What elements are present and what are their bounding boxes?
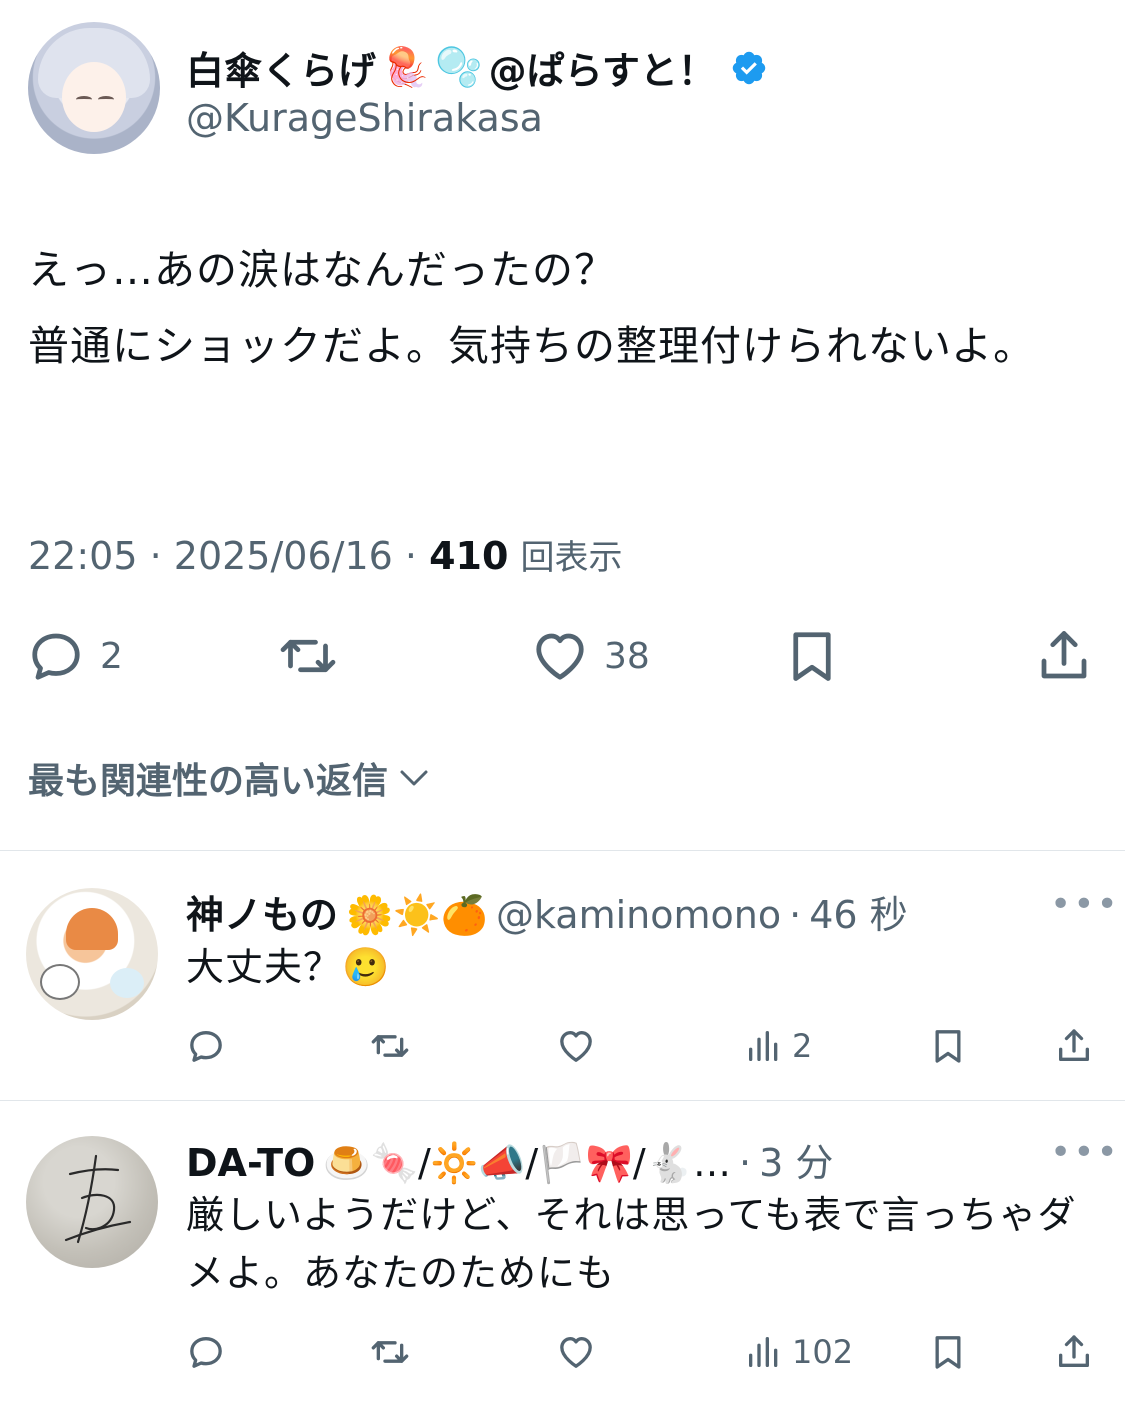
author-handle[interactable]: @KurageShirakasa xyxy=(186,96,543,140)
tweet-time[interactable]: 22:05 xyxy=(28,534,138,578)
reply-display-name[interactable]: DA-TO xyxy=(186,1141,315,1185)
author-display-name[interactable]: 白傘くらげ 🪼 🫧 @ぱらすと！ xyxy=(186,40,768,95)
reply-header: DA-TO 🍮🍬/🔆📣/🏳️🎀/🐇… · 3 分 xyxy=(186,1132,833,1187)
chevron-down-icon xyxy=(400,770,428,786)
reply-display-name[interactable]: 神ノもの xyxy=(186,884,338,939)
share-icon xyxy=(1059,1029,1089,1061)
reply-name-emojis: 🍮🍬/🔆📣/🏳️🎀/🐇… xyxy=(323,1141,731,1185)
meta-separator: · xyxy=(149,534,174,578)
reply-icon xyxy=(190,1031,222,1062)
retweet-button[interactable] xyxy=(278,620,338,692)
more-icon[interactable]: ••• xyxy=(1050,884,1120,925)
retweet-icon xyxy=(371,1341,409,1363)
reply-text: 厳しいようだけど、それは思っても表で言っちゃダメよ。あなたのためにも xyxy=(186,1193,1077,1295)
reply-name-emojis: 🌼☀️🍊 xyxy=(346,893,488,937)
like-button[interactable]: 38 xyxy=(530,620,650,692)
share-button[interactable] xyxy=(1054,1022,1094,1070)
sort-label: 最も関連性の高い返信 xyxy=(28,761,389,802)
bookmark-icon xyxy=(793,632,831,681)
author-avatar[interactable] xyxy=(28,22,160,154)
like-icon xyxy=(536,633,584,680)
like-icon xyxy=(560,1031,592,1062)
views-count: 2 xyxy=(792,1027,813,1065)
retweet-icon xyxy=(371,1035,409,1057)
views-count: 102 xyxy=(792,1333,854,1371)
meta-separator: · xyxy=(738,1141,752,1185)
views-button[interactable]: 102 xyxy=(744,1328,853,1376)
reply-sort-selector[interactable]: 最も関連性の高い返信 xyxy=(28,752,432,804)
retweet-button[interactable] xyxy=(370,1328,410,1376)
views-button[interactable]: 2 xyxy=(744,1022,812,1070)
share-icon xyxy=(1041,631,1087,679)
bookmark-button[interactable] xyxy=(782,620,842,692)
tweet-meta: 22:05 · 2025/06/16 · 410 回表示 xyxy=(28,530,623,579)
reply-header: 神ノもの 🌼☀️🍊 @kaminomono · 46 秒 xyxy=(186,884,908,939)
reply-button[interactable] xyxy=(186,1022,226,1070)
reply-avatar[interactable] xyxy=(26,1136,158,1268)
like-icon xyxy=(560,1337,592,1368)
tweet-text: えっ…あの涙はなんだったの？ 普通にショックだよ。気持ちの整理付けられないよ。 xyxy=(28,246,1036,370)
bookmark-button[interactable] xyxy=(928,1022,968,1070)
reply-text: 大丈夫？🥲 xyxy=(186,945,391,989)
reply-button[interactable]: 2 xyxy=(26,620,123,692)
like-button[interactable] xyxy=(556,1022,596,1070)
divider xyxy=(0,850,1125,851)
like-count: 38 xyxy=(604,635,650,677)
retweet-button[interactable] xyxy=(370,1022,410,1070)
like-button[interactable] xyxy=(556,1328,596,1376)
verified-icon xyxy=(732,51,766,84)
view-count[interactable]: 410 xyxy=(429,534,508,578)
reply-avatar[interactable] xyxy=(26,888,158,1020)
tweet-action-bar: 2 38 xyxy=(0,620,1125,692)
more-icon[interactable]: ••• xyxy=(1050,1132,1120,1173)
reply-icon xyxy=(32,633,80,680)
views-icon xyxy=(749,1337,778,1367)
signature-mark xyxy=(64,1154,132,1244)
view-count-label: 回表示 xyxy=(520,538,623,578)
jellyfish-emoji: 🪼 xyxy=(382,45,430,89)
display-name-suffix: @ぱらすと！ xyxy=(488,49,716,93)
reply-time[interactable]: 46 秒 xyxy=(809,884,907,939)
display-name-text: 白傘くらげ xyxy=(186,49,377,93)
views-icon xyxy=(749,1031,778,1061)
bubbles-emoji: 🫧 xyxy=(435,45,483,89)
retweet-icon xyxy=(280,639,336,673)
tweet-date[interactable]: 2025/06/16 xyxy=(174,534,393,578)
bookmark-icon xyxy=(935,1030,961,1063)
reply-handle[interactable]: @kaminomono xyxy=(496,893,781,937)
bookmark-button[interactable] xyxy=(928,1328,968,1376)
reply-icon xyxy=(190,1337,222,1368)
bookmark-icon xyxy=(935,1336,961,1369)
reply-time[interactable]: 3 分 xyxy=(759,1132,833,1187)
share-button[interactable] xyxy=(1034,620,1094,692)
reply-count: 2 xyxy=(100,635,123,677)
reply-action-bar: 102 xyxy=(0,1328,1125,1376)
divider xyxy=(0,1100,1125,1101)
reply-action-bar: 2 xyxy=(0,1022,1125,1070)
meta-separator: · xyxy=(404,534,430,578)
share-button[interactable] xyxy=(1054,1328,1094,1376)
reply-button[interactable] xyxy=(186,1328,226,1376)
meta-separator: · xyxy=(789,893,802,937)
share-icon xyxy=(1059,1335,1089,1367)
